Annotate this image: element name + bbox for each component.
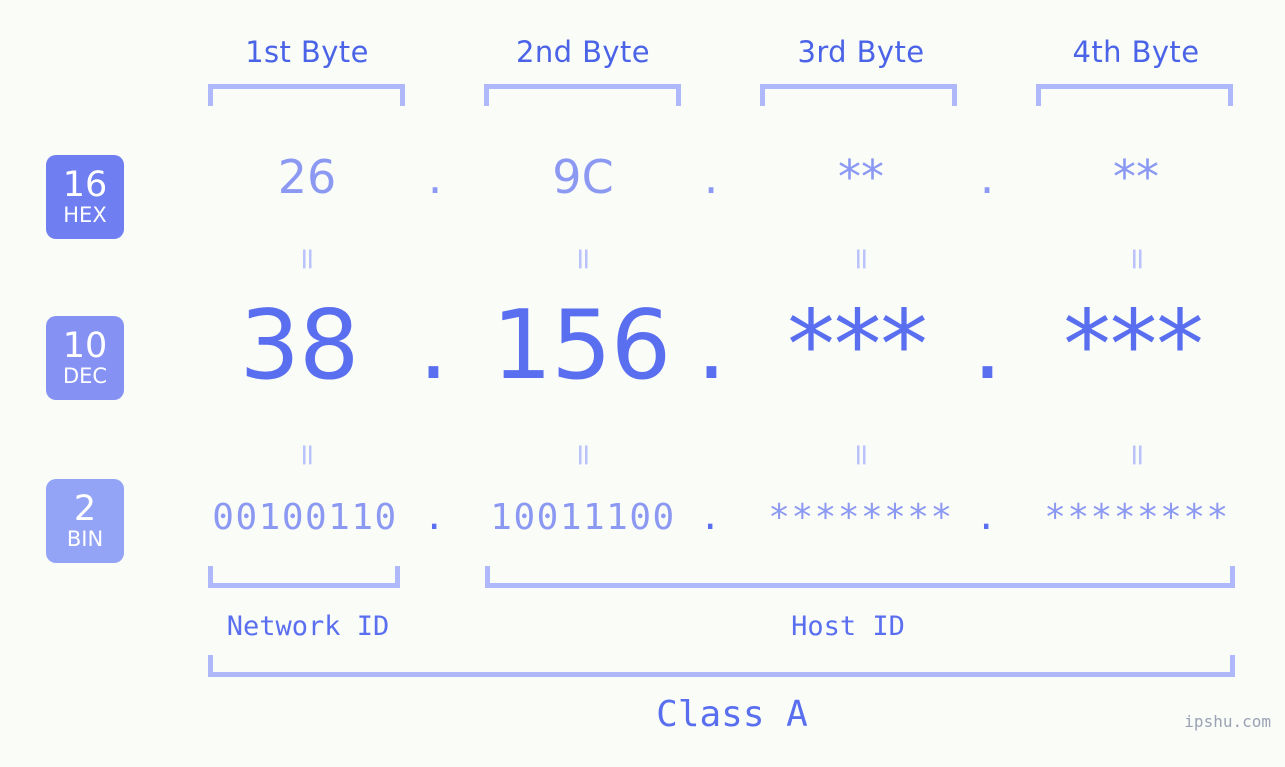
hex-separator-2: . <box>703 150 719 204</box>
base-badge-bin: 2 BIN <box>46 479 124 563</box>
equals-connector-hex-dec-3: = <box>844 246 879 272</box>
base-badge-hex-name: HEX <box>63 202 107 227</box>
bin-separator-3: . <box>975 497 999 538</box>
equals-connector-dec-bin-1: = <box>290 442 325 468</box>
site-watermark: ipshu.com <box>1184 712 1271 731</box>
host-id-label: Host ID <box>791 611 905 642</box>
dec-byte-1: 38 <box>239 291 360 401</box>
byte-header-3: 3rd Byte <box>797 35 925 69</box>
base-badge-bin-name: BIN <box>66 526 104 551</box>
byte-header-4: 4th Byte <box>1072 35 1200 69</box>
equals-connector-hex-dec-4: = <box>1120 246 1155 272</box>
equals-connector-hex-dec-1: = <box>290 246 325 272</box>
base-badge-bin-number: 2 <box>73 488 97 529</box>
hex-byte-2: 9C <box>552 150 614 204</box>
byte-bracket-2 <box>484 84 681 106</box>
equals-connector-dec-bin-2: = <box>566 442 601 468</box>
dec-byte-4: *** <box>1063 291 1204 401</box>
dec-separator-1: . <box>418 291 448 401</box>
equals-connector-dec-bin-3: = <box>844 442 879 468</box>
hex-byte-3: ** <box>838 150 884 204</box>
base-badge-dec: 10 DEC <box>46 316 124 400</box>
bin-byte-2: 10011100 <box>490 497 676 538</box>
bin-byte-3: ******** <box>768 497 954 538</box>
byte-bracket-1 <box>208 84 405 106</box>
host-id-bracket <box>485 566 1235 588</box>
network-id-label: Network ID <box>226 611 390 642</box>
class-label: Class A <box>656 694 808 735</box>
byte-bracket-4 <box>1036 84 1233 106</box>
byte-bracket-3 <box>760 84 957 106</box>
hex-byte-1: 26 <box>277 150 337 204</box>
base-badge-hex: 16 HEX <box>46 155 124 239</box>
hex-separator-3: . <box>979 150 995 204</box>
equals-connector-hex-dec-2: = <box>566 246 601 272</box>
byte-header-1: 1st Byte <box>245 35 369 69</box>
dec-separator-3: . <box>972 291 1002 401</box>
bin-separator-1: . <box>423 497 447 538</box>
hex-separator-1: . <box>427 150 443 204</box>
ip-address-breakdown-diagram: 1st Byte 2nd Byte 3rd Byte 4th Byte 16 H… <box>0 0 1285 767</box>
dec-byte-2: 156 <box>491 291 671 401</box>
base-badge-hex-number: 16 <box>62 164 108 205</box>
base-badge-dec-name: DEC <box>62 363 108 388</box>
hex-byte-4: ** <box>1113 150 1159 204</box>
bin-separator-2: . <box>699 497 723 538</box>
class-bracket <box>208 655 1235 677</box>
equals-connector-dec-bin-4: = <box>1120 442 1155 468</box>
bin-byte-4: ******** <box>1044 497 1230 538</box>
base-badge-dec-number: 10 <box>62 325 108 366</box>
bin-byte-1: 00100110 <box>212 497 398 538</box>
dec-separator-2: . <box>696 291 726 401</box>
dec-byte-3: *** <box>787 291 928 401</box>
network-id-bracket <box>208 566 400 588</box>
byte-header-2: 2nd Byte <box>516 35 650 69</box>
